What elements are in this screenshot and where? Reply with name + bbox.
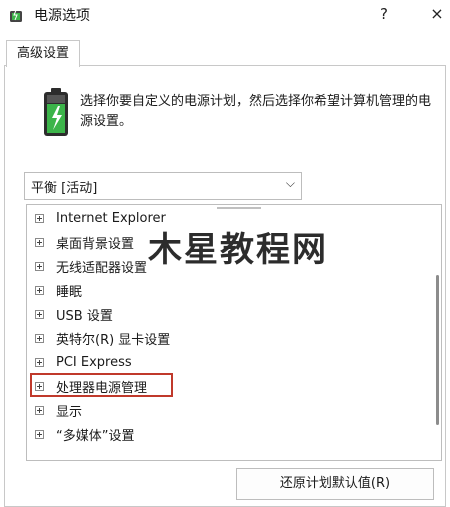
close-button[interactable]: × (426, 2, 448, 26)
tree-item-label: 睡眠 (56, 284, 83, 300)
tree-item-pci-express[interactable]: PCI Express (35, 351, 132, 373)
restore-defaults-button[interactable]: 还原计划默认值(R) (236, 468, 434, 500)
tree-item-label: 英特尔(R) 显卡设置 (56, 332, 171, 348)
tree-item-label: 桌面背景设置 (56, 236, 135, 252)
expand-icon[interactable] (35, 261, 44, 271)
tree-item-label: PCI Express (56, 354, 132, 370)
expand-icon[interactable] (35, 405, 44, 415)
expand-icon[interactable] (35, 237, 44, 247)
tree-item-usb[interactable]: USB 设置 (35, 303, 113, 325)
tree-item-label: “多媒体”设置 (56, 428, 135, 444)
power-options-icon (10, 7, 22, 22)
battery-icon (44, 88, 68, 136)
highlight-box (30, 373, 173, 397)
tab-advanced-settings[interactable]: 高级设置 (6, 40, 80, 67)
chevron-down-icon: ⌵ (285, 176, 295, 190)
tree-item-internet-explorer[interactable]: Internet Explorer (35, 207, 166, 229)
window-title: 电源选项 (34, 8, 90, 24)
expand-icon[interactable] (35, 333, 44, 343)
tree-item-desktop-background[interactable]: 桌面背景设置 (35, 231, 134, 253)
power-plan-dropdown[interactable]: 平衡 [活动] ⌵ (24, 172, 302, 200)
expand-icon[interactable] (35, 429, 44, 439)
expand-icon[interactable] (35, 213, 44, 223)
power-plan-value: 平衡 [活动] (31, 181, 98, 196)
tree-item-label: USB 设置 (56, 308, 113, 324)
tree-item-intel-graphics[interactable]: 英特尔(R) 显卡设置 (35, 327, 170, 349)
title-bar: 电源选项 ? × (0, 0, 450, 30)
tree-item-wireless-adapter[interactable]: 无线适配器设置 (35, 255, 147, 277)
vertical-scrollbar[interactable] (436, 275, 439, 425)
description-text: 选择你要自定义的电源计划，然后选择你希望计算机管理的电源设置。 (80, 94, 432, 129)
watermark: 木星教程网 (148, 230, 328, 270)
tree-item-label: 无线适配器设置 (56, 260, 148, 276)
tree-item-label: 显示 (56, 404, 83, 420)
help-button[interactable]: ? (372, 2, 396, 26)
expand-icon[interactable] (35, 357, 44, 367)
tree-item-display[interactable]: 显示 (35, 399, 82, 421)
expand-icon[interactable] (35, 309, 44, 319)
expand-icon[interactable] (35, 285, 44, 295)
tree-item-sleep[interactable]: 睡眠 (35, 279, 82, 301)
tree-item-multimedia[interactable]: “多媒体”设置 (35, 423, 134, 445)
horizontal-scroll-indicator[interactable] (217, 207, 261, 209)
